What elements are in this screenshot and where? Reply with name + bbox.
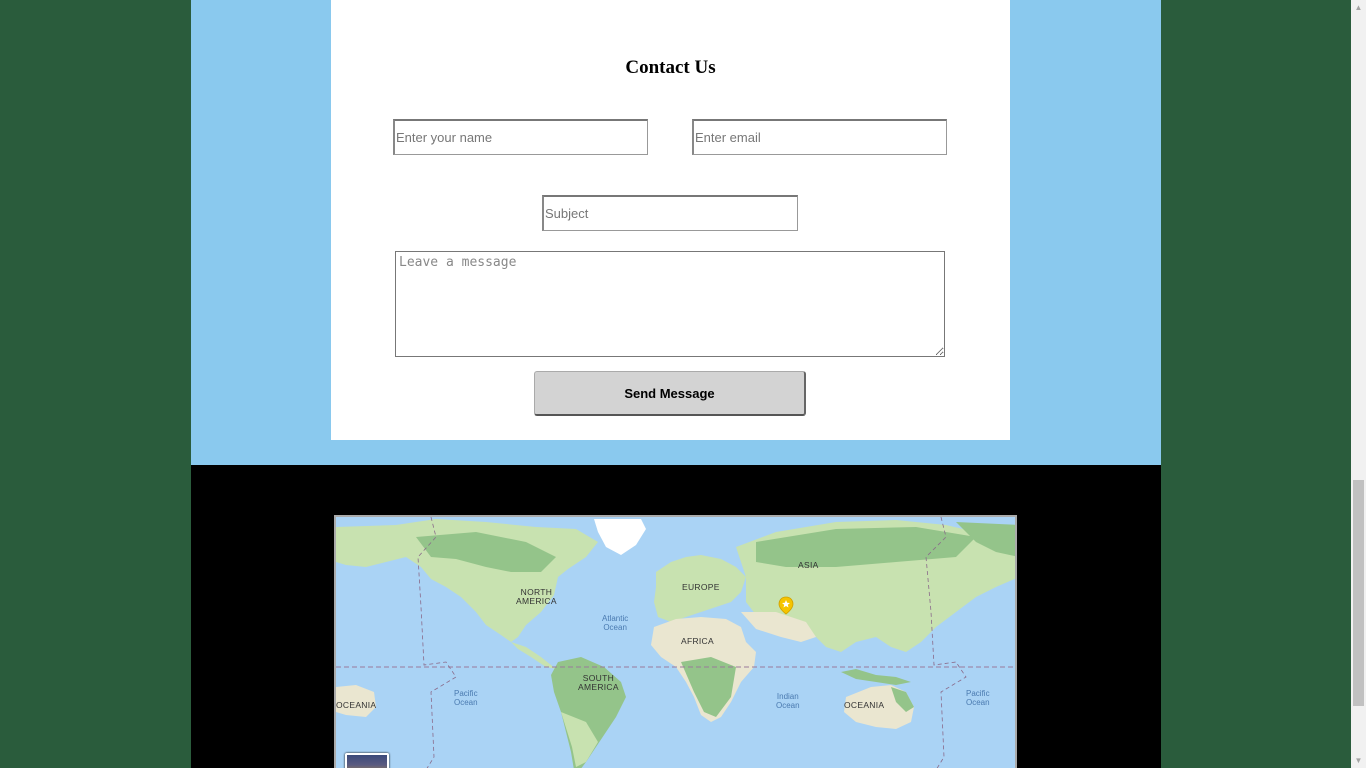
name-input[interactable] xyxy=(393,119,648,155)
map-label-atlantic: Atlantic Ocean xyxy=(602,614,628,632)
scrollbar-thumb[interactable] xyxy=(1353,480,1364,706)
map-label-indian: Indian Ocean xyxy=(776,692,800,710)
map-label-oceania: OCEANIA xyxy=(844,700,885,710)
map-label-north-america: NORTH AMERICA xyxy=(516,588,557,606)
map-label-south-america: SOUTH AMERICA xyxy=(578,674,619,692)
send-message-button[interactable]: Send Message xyxy=(534,371,806,416)
map-label-pacific-left: Pacific Ocean xyxy=(454,689,478,707)
message-textarea[interactable] xyxy=(395,251,945,357)
map-label-indian-line2: Ocean xyxy=(776,701,800,710)
map-label-africa: AFRICA xyxy=(681,636,714,646)
map-canvas xyxy=(336,517,1015,768)
map-label-pacific-right-line2: Ocean xyxy=(966,698,990,707)
satellite-layer-toggle[interactable] xyxy=(345,753,389,768)
map-label-north-america-line2: AMERICA xyxy=(516,596,557,606)
scroll-down-arrow-icon[interactable]: ▼ xyxy=(1351,753,1366,768)
map-label-asia: ASIA xyxy=(798,560,819,570)
map-label-atlantic-line1: Atlantic xyxy=(602,614,629,623)
map-label-pacific-right-line1: Pacific xyxy=(966,689,990,698)
subject-input[interactable] xyxy=(542,195,798,231)
map-label-pacific-right: Pacific Ocean xyxy=(966,689,990,707)
map-label-europe: EUROPE xyxy=(682,582,720,592)
map-label-pacific-left-line1: Pacific xyxy=(454,689,478,698)
contact-title: Contact Us xyxy=(625,57,716,78)
email-input[interactable] xyxy=(692,119,947,155)
map-label-pacific-left-line2: Ocean xyxy=(454,698,478,707)
footer: ASIA EUROPE NORTH AMERICA Atlantic Ocean… xyxy=(191,465,1161,768)
map-label-south-america-line2: AMERICA xyxy=(578,682,619,692)
contact-section: Contact Us Send Message xyxy=(331,0,1010,440)
world-map[interactable]: ASIA EUROPE NORTH AMERICA Atlantic Ocean… xyxy=(334,515,1017,768)
map-label-indian-line1: Indian xyxy=(776,692,799,701)
map-label-atlantic-line2: Ocean xyxy=(603,623,627,632)
page-scrollbar[interactable]: ▲ ▼ xyxy=(1351,0,1366,768)
map-label-oceania-left: OCEANIA xyxy=(336,700,377,710)
scroll-up-arrow-icon[interactable]: ▲ xyxy=(1351,0,1366,15)
page-container: Contact Us Send Message xyxy=(191,0,1161,768)
